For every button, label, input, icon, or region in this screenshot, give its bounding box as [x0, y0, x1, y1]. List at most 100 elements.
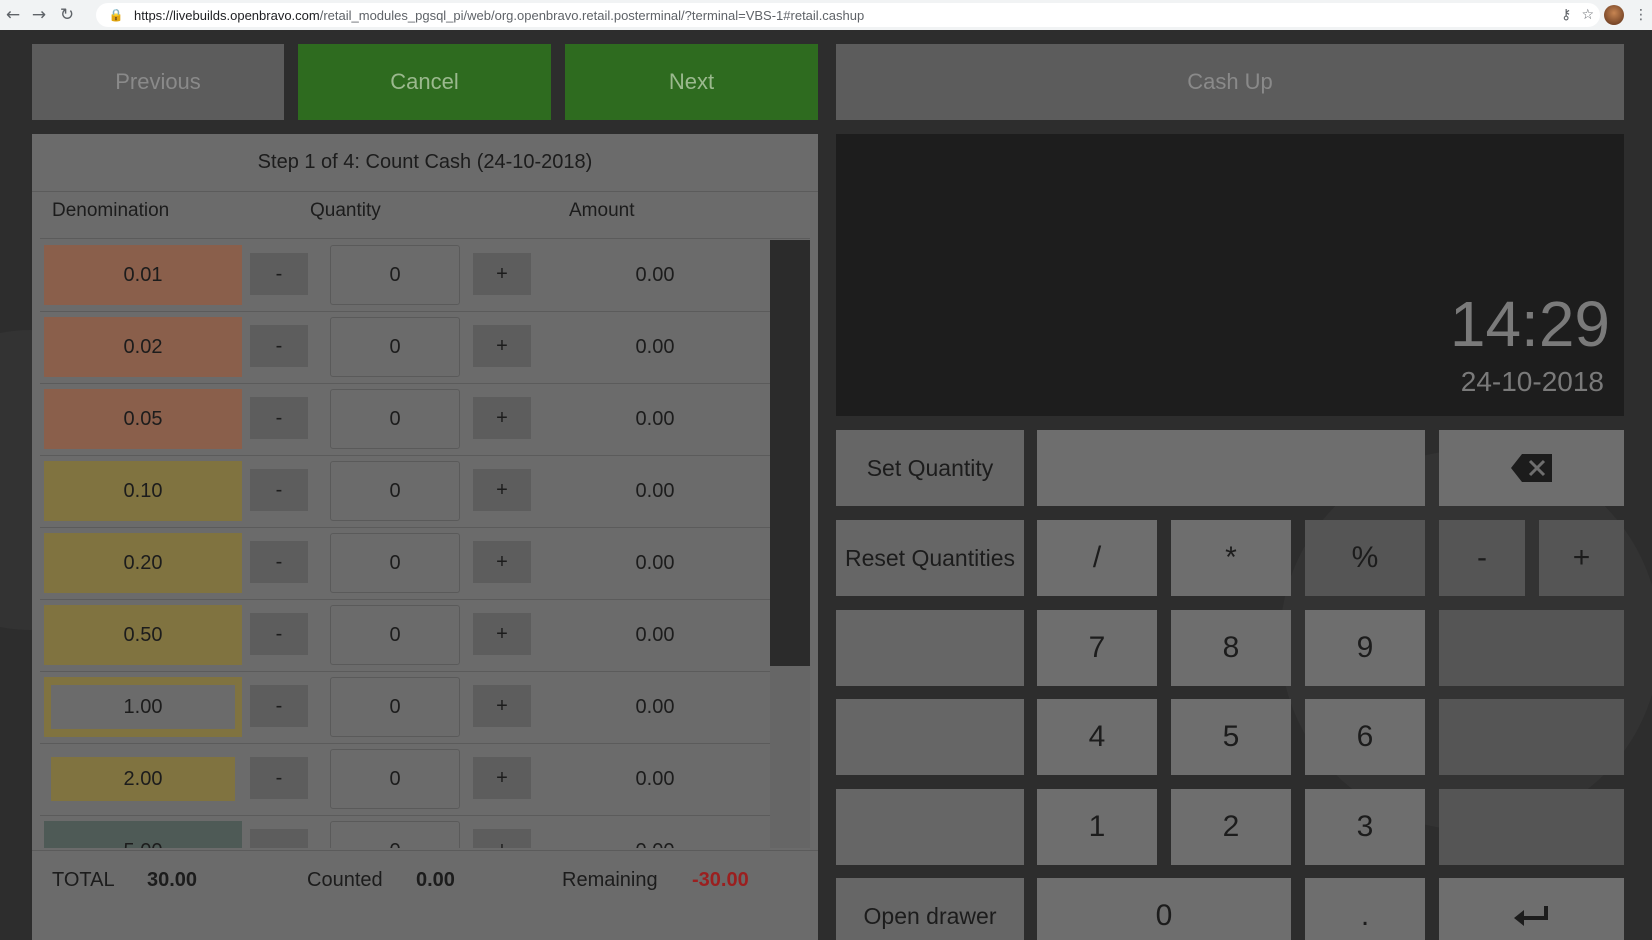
key-9[interactable]: 9	[1305, 610, 1425, 686]
denomination-value[interactable]: 0.50	[44, 605, 242, 665]
denomination-value[interactable]: 0.05	[44, 389, 242, 449]
multiply-key[interactable]: *	[1171, 520, 1291, 596]
empty-side-key[interactable]	[836, 699, 1024, 775]
empty-side-key[interactable]	[836, 789, 1024, 865]
open-drawer-button[interactable]: Open drawer	[836, 878, 1024, 940]
denomination-label: 0.01	[123, 263, 163, 286]
denomination-value[interactable]: 5.00	[44, 821, 242, 848]
decrement-button[interactable]: -	[250, 325, 308, 367]
denomination-value[interactable]: 0.20	[44, 533, 242, 593]
more-icon[interactable]: ⋮	[1634, 7, 1648, 23]
divide-key[interactable]: /	[1037, 520, 1157, 596]
scrollbar-thumb[interactable]	[770, 240, 810, 666]
enter-button[interactable]	[1439, 878, 1624, 940]
amount-value: 0.00	[635, 767, 675, 790]
quantity-field[interactable]: 0	[330, 677, 460, 737]
decrement-button[interactable]: -	[250, 829, 308, 848]
denomination-value[interactable]: 1.00	[44, 677, 242, 737]
counted-value: 0.00	[416, 869, 455, 891]
reload-icon[interactable]: ↻	[56, 4, 78, 26]
address-bar[interactable]: 🔒 https://livebuilds.openbravo.com/retai…	[96, 3, 1600, 27]
reset-quantities-button[interactable]: Reset Quantities	[836, 520, 1024, 596]
decrement-button[interactable]: -	[250, 469, 308, 511]
empty-right-key[interactable]	[1439, 789, 1624, 865]
arrow-right-icon[interactable]: →	[28, 4, 50, 26]
quantity-field[interactable]: 0	[330, 389, 460, 449]
plus-key[interactable]: +	[1539, 520, 1624, 596]
key-4[interactable]: 4	[1037, 699, 1157, 775]
clock-display: 14:29 24-10-2018	[836, 134, 1624, 416]
quantity-field[interactable]: 0	[330, 245, 460, 305]
avatar[interactable]	[1604, 5, 1624, 25]
denomination-value[interactable]: 0.10	[44, 461, 242, 521]
key-0[interactable]: 0	[1037, 878, 1291, 940]
denomination-value[interactable]: 0.02	[44, 317, 242, 377]
decrement-button[interactable]: -	[250, 253, 308, 295]
denomination-header: Denomination	[52, 200, 170, 221]
arrow-left-icon[interactable]: ←	[2, 4, 24, 26]
quantity-field[interactable]: 0	[330, 749, 460, 809]
step-title: Step 1 of 4: Count Cash (24-10-2018)	[32, 134, 818, 192]
increment-button[interactable]: +	[473, 541, 531, 583]
increment-button[interactable]: +	[473, 253, 531, 295]
previous-button[interactable]: Previous	[32, 44, 284, 120]
quantity-field[interactable]: 0	[330, 461, 460, 521]
amount-value: 0.00	[635, 407, 675, 430]
key-7[interactable]: 7	[1037, 610, 1157, 686]
empty-side-key[interactable]	[836, 610, 1024, 686]
quantity-field[interactable]: 0	[330, 821, 460, 848]
keypad-input[interactable]	[1037, 430, 1425, 506]
empty-right-key[interactable]	[1439, 699, 1624, 775]
url-host: https://livebuilds.openbravo.com	[134, 7, 320, 23]
header-divider	[40, 238, 810, 239]
amount-value: 0.00	[635, 263, 675, 286]
decrement-button[interactable]: -	[250, 397, 308, 439]
decrement-button[interactable]: -	[250, 685, 308, 727]
remaining-label: Remaining	[562, 869, 658, 891]
key-icon[interactable]: ⚷	[1561, 7, 1571, 23]
amount-value: 0.00	[635, 335, 675, 358]
amount-value: 0.00	[635, 623, 675, 646]
backspace-button[interactable]	[1439, 430, 1624, 506]
increment-button[interactable]: +	[473, 325, 531, 367]
decrement-button[interactable]: -	[250, 613, 308, 655]
key-5[interactable]: 5	[1171, 699, 1291, 775]
denomination-list: 0.01 - 0 + 0.00 0.02 - 0 + 0.00 0.05 - 0…	[40, 240, 802, 848]
minus-key[interactable]: -	[1439, 520, 1525, 596]
increment-button[interactable]: +	[473, 685, 531, 727]
denomination-row: 0.01 - 0 + 0.00	[40, 240, 802, 312]
denomination-value[interactable]: 0.01	[44, 245, 242, 305]
amount-value: 0.00	[600, 816, 710, 849]
decrement-button[interactable]: -	[250, 541, 308, 583]
cancel-button[interactable]: Cancel	[298, 44, 551, 120]
set-quantity-button[interactable]: Set Quantity	[836, 430, 1024, 506]
increment-button[interactable]: +	[473, 757, 531, 799]
counted-label: Counted	[307, 869, 383, 891]
pos-page: Previous Cancel Next Cash Up Step 1 of 4…	[0, 30, 1652, 940]
decrement-button[interactable]: -	[250, 757, 308, 799]
percent-key[interactable]: %	[1305, 520, 1425, 596]
increment-button[interactable]: +	[473, 469, 531, 511]
quantity-field[interactable]: 0	[330, 605, 460, 665]
quantity-field[interactable]: 0	[330, 533, 460, 593]
key-3[interactable]: 3	[1305, 789, 1425, 865]
increment-button[interactable]: +	[473, 397, 531, 439]
key-6[interactable]: 6	[1305, 699, 1425, 775]
increment-button[interactable]: +	[473, 613, 531, 655]
increment-button[interactable]: +	[473, 829, 531, 848]
denomination-row: 0.10 - 0 + 0.00	[40, 456, 802, 528]
denomination-value[interactable]: 2.00	[44, 749, 242, 809]
clock-time: 14:29	[1449, 288, 1610, 360]
key-1[interactable]: 1	[1037, 789, 1157, 865]
star-icon[interactable]: ☆	[1581, 7, 1594, 23]
key-8[interactable]: 8	[1171, 610, 1291, 686]
quantity-header: Quantity	[310, 200, 381, 221]
decimal-key[interactable]: .	[1305, 878, 1425, 940]
url-text: https://livebuilds.openbravo.com/retail_…	[134, 8, 864, 23]
key-2[interactable]: 2	[1171, 789, 1291, 865]
next-button[interactable]: Next	[565, 44, 818, 120]
quantity-field[interactable]: 0	[330, 317, 460, 377]
denomination-label: 1.00	[51, 685, 235, 729]
denomination-label: 5.00	[51, 829, 235, 849]
empty-right-key[interactable]	[1439, 610, 1624, 686]
